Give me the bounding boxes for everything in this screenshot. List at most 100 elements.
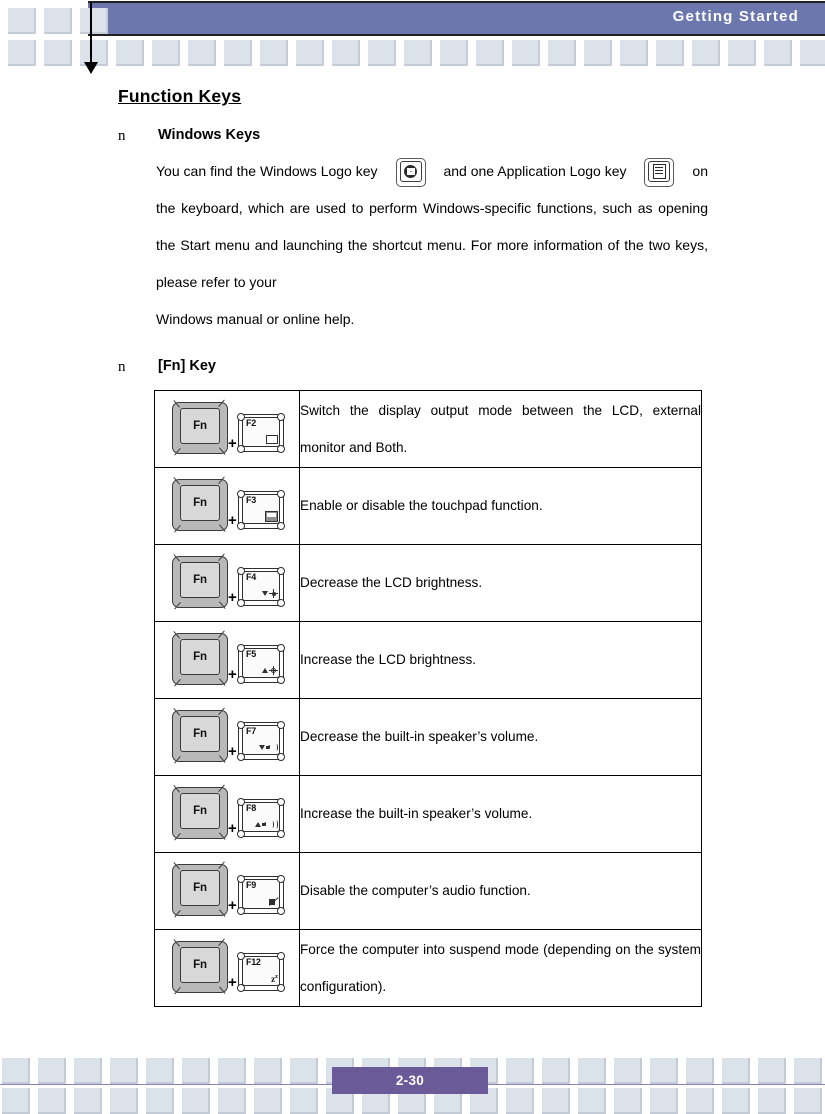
- arrow-up-icon: [255, 822, 261, 827]
- decorative-square: [110, 1058, 138, 1084]
- decorative-square: [506, 1088, 534, 1114]
- decorative-square: [254, 1058, 282, 1084]
- fn-key-label: Fn: [180, 562, 220, 598]
- decorative-square: [218, 1088, 246, 1114]
- mute-icon: [269, 897, 279, 907]
- description-cell: Increase the built-in speaker’s volume.: [299, 775, 702, 853]
- key-combination-graphic: Fn + F9: [166, 861, 288, 920]
- decorative-square: [254, 1088, 282, 1114]
- plus-sign: +: [228, 666, 237, 683]
- decorative-square: [614, 1088, 642, 1114]
- fn-key-graphic: Fn: [172, 861, 228, 918]
- function-key-label: F4: [246, 572, 256, 582]
- decorative-square: [38, 1058, 66, 1084]
- decorative-square: [116, 40, 144, 66]
- decorative-square: [584, 40, 612, 66]
- plus-sign: +: [228, 820, 237, 837]
- decorative-square: [764, 40, 792, 66]
- decorative-square: [8, 8, 36, 34]
- margin-arrow-head-icon: [84, 62, 98, 74]
- decorative-square: [758, 1058, 786, 1084]
- table-row: Fn + F7 Decrease the built-in speaker’s vol…: [154, 698, 702, 776]
- decorative-square: [404, 40, 432, 66]
- section-heading-windows-keys: n Windows Keys: [118, 127, 825, 145]
- description-cell: Switch the display output mode between t…: [299, 390, 702, 468]
- decorative-square: [650, 1058, 678, 1084]
- page-title: Function Keys: [118, 86, 242, 106]
- fn-key-graphic: Fn: [172, 938, 228, 995]
- key-combination-graphic: Fn + F3: [166, 476, 288, 535]
- decorative-square: [290, 1088, 318, 1114]
- decorative-square: [620, 40, 648, 66]
- fn-key-graphic: Fn: [172, 553, 228, 610]
- table-row: Fn + F4 Decrease the LCD brightness.: [154, 544, 702, 622]
- page-footer: 2-30: [0, 1040, 825, 1114]
- fn-key-table: Fn + F2 Switch the display output mode betw…: [154, 390, 702, 1007]
- decorative-square: [686, 1088, 714, 1114]
- description-cell: Enable or disable the touchpad function.: [299, 467, 702, 545]
- decorative-square: [182, 1088, 210, 1114]
- decorative-square: [476, 40, 504, 66]
- key-combination-graphic: Fn + F2: [166, 399, 288, 458]
- decorative-square: [542, 1088, 570, 1114]
- function-key-label: F12: [246, 957, 261, 967]
- function-key-label: F7: [246, 726, 256, 736]
- function-key-graphic: F3: [237, 490, 285, 530]
- decorative-square: [332, 40, 360, 66]
- key-combo-cell: Fn + F7: [154, 698, 300, 776]
- description-cell: Force the computer into suspend mode (de…: [299, 929, 702, 1007]
- arrow-down-icon: [262, 591, 268, 596]
- decorative-square: [146, 1088, 174, 1114]
- fn-key-label: Fn: [180, 870, 220, 906]
- decorative-square: [296, 40, 324, 66]
- key-combination-graphic: Fn + F8: [166, 784, 288, 843]
- function-key-icon: [262, 588, 278, 599]
- fn-key-graphic: Fn: [172, 476, 228, 533]
- table-row: Fn + F2 Switch the display output mode betw…: [154, 390, 702, 468]
- paragraph-text-part1: You can find the Windows Logo key: [156, 163, 378, 179]
- function-key-label: F9: [246, 880, 256, 890]
- arrow-up-icon: [262, 668, 268, 673]
- bullet-square-icon: n: [118, 359, 126, 375]
- decorative-square: [548, 40, 576, 66]
- function-key-label: F8: [246, 803, 256, 813]
- description-cell: Disable the computer’s audio function.: [299, 852, 702, 930]
- decorative-square: [110, 1088, 138, 1114]
- key-combination-graphic: Fn + F5: [166, 630, 288, 689]
- fn-key-label: Fn: [180, 947, 220, 983]
- section-label: [Fn] Key: [158, 358, 216, 374]
- key-combo-cell: Fn + F3: [154, 467, 300, 545]
- application-logo-key-icon: [644, 157, 675, 187]
- plus-sign: +: [228, 897, 237, 914]
- function-key-icon: [255, 819, 278, 830]
- key-combo-cell: Fn + F2: [154, 390, 300, 468]
- key-combination-graphic: Fn + F12 zz: [166, 938, 288, 997]
- decorative-square: [44, 40, 72, 66]
- function-key-label: F2: [246, 418, 256, 428]
- fn-key-graphic: Fn: [172, 630, 228, 687]
- sleep-icon: zz: [271, 972, 278, 984]
- decorative-square: [722, 1058, 750, 1084]
- decorative-square: [188, 40, 216, 66]
- key-combo-cell: Fn + F9: [154, 852, 300, 930]
- monitor-icon: [266, 435, 278, 444]
- decorative-square: [440, 40, 468, 66]
- decorative-square: [728, 40, 756, 66]
- function-key-graphic: F5: [237, 644, 285, 684]
- decorative-square: [8, 40, 36, 66]
- decorative-square: [260, 40, 288, 66]
- page-number-badge: 2-30: [332, 1067, 488, 1094]
- plus-sign: +: [228, 974, 237, 991]
- decorative-square: [74, 1088, 102, 1114]
- arrow-down-icon: [259, 745, 265, 750]
- function-key-icon: [265, 511, 278, 522]
- key-combo-cell: Fn + F5: [154, 621, 300, 699]
- windows-logo-key-icon: [395, 157, 426, 187]
- fn-key-label: Fn: [180, 793, 220, 829]
- margin-arrow-line: [90, 2, 92, 65]
- paragraph-text-part4: Windows manual or online help.: [156, 311, 355, 327]
- description-cell: Increase the LCD brightness.: [299, 621, 702, 699]
- function-key-icon: zz: [271, 973, 278, 984]
- function-key-graphic: F9: [237, 875, 285, 915]
- decorative-square: [656, 40, 684, 66]
